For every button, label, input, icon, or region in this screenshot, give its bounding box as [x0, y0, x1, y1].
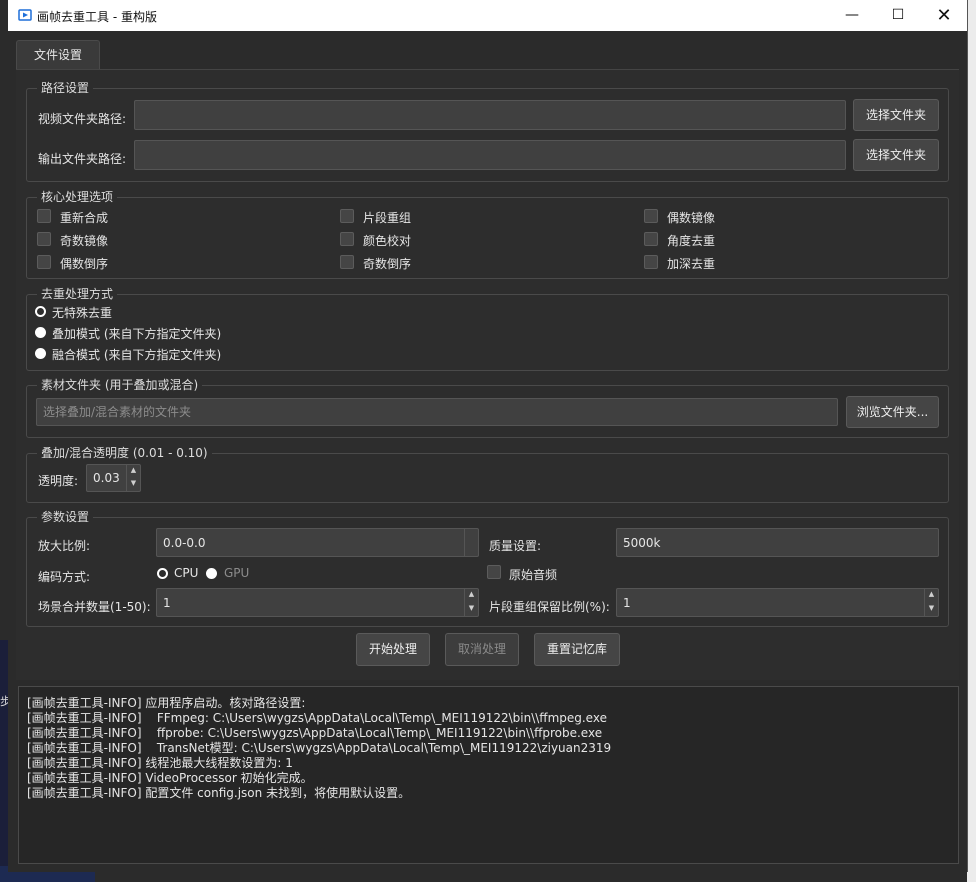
desktop-background [0, 640, 8, 882]
select-video-folder-button[interactable]: 选择文件夹 [853, 99, 939, 131]
scene-merge-spinbox[interactable] [156, 588, 479, 617]
arrow-down-icon[interactable]: ▼ [465, 603, 478, 617]
checkbox-label: 加深去重 [667, 257, 716, 271]
checkbox-label: 偶数镜像 [667, 211, 716, 225]
reset-memory-button[interactable]: 重置记忆库 [534, 633, 620, 666]
arrow-up-icon[interactable]: ▲ [925, 589, 938, 603]
checkbox-odd-reverse[interactable] [340, 255, 354, 269]
checkbox-label: 颜色校对 [363, 234, 412, 248]
checkbox-label: 奇数倒序 [363, 257, 412, 271]
checkbox-label: 重新合成 [60, 211, 109, 225]
dedup-mode-group: 去重处理方式 无特殊去重 叠加模式 (来自下方指定文件夹) 融合模式 (来自下方… [26, 287, 949, 371]
log-line: [画帧去重工具-INFO] 应用程序启动。核对路径设置: [27, 696, 306, 710]
log-line: [画帧去重工具-INFO] FFmpeg: C:\Users\wygzs\App… [27, 711, 607, 725]
group-title: 去重处理方式 [37, 287, 118, 301]
minimize-button[interactable]: — [829, 0, 875, 31]
checkbox-recompose[interactable] [37, 209, 51, 223]
checkbox-label: 原始音频 [509, 568, 558, 582]
output-folder-label: 输出文件夹路径: [38, 152, 127, 166]
radio-label: 叠加模式 (来自下方指定文件夹) [52, 327, 222, 341]
params-group: 参数设置 放大比例: 质量设置: 编码方式: CPU GPU 原始音频 场景合并… [26, 510, 949, 627]
desktop-background-right [967, 0, 976, 882]
arrow-up-icon[interactable]: ▲ [127, 465, 140, 478]
checkbox-color-correct[interactable] [340, 232, 354, 246]
log-line: [画帧去重工具-INFO] TransNet模型: C:\Users\wygzs… [27, 741, 612, 755]
window-title: 画帧去重工具 - 重构版 [37, 10, 157, 24]
tab-file-settings[interactable]: 文件设置 [16, 40, 100, 70]
maximize-button[interactable]: ☐ [875, 0, 921, 31]
path-settings-group: 路径设置 视频文件夹路径: 选择文件夹 输出文件夹路径: 选择文件夹 [26, 81, 949, 182]
app-video-icon [18, 8, 32, 22]
segment-keep-label: 片段重组保留比例(%): [489, 600, 610, 614]
radio-label: CPU [174, 566, 199, 580]
log-line: [画帧去重工具-INFO] ffprobe: C:\Users\wygzs\Ap… [27, 726, 603, 740]
radio-label: 无特殊去重 [52, 306, 113, 320]
arrow-up-icon[interactable]: ▲ [465, 589, 478, 603]
log-line: [画帧去重工具-INFO] VideoProcessor 初始化完成。 [27, 771, 313, 785]
start-button[interactable]: 开始处理 [356, 633, 430, 666]
radio-encode-cpu[interactable] [157, 568, 168, 579]
arrow-down-icon[interactable]: ▼ [127, 478, 140, 491]
material-folder-input[interactable] [36, 398, 838, 426]
opacity-label: 透明度: [38, 474, 79, 488]
group-title: 路径设置 [37, 81, 94, 95]
close-button[interactable]: ✕ [921, 0, 967, 31]
scale-input[interactable] [156, 528, 479, 557]
checkbox-deep-dedup[interactable] [644, 255, 658, 269]
radio-overlay-mode[interactable] [35, 327, 46, 338]
checkbox-even-mirror[interactable] [644, 209, 658, 223]
group-title: 叠加/混合透明度 (0.01 - 0.10) [37, 446, 212, 460]
video-folder-label: 视频文件夹路径: [38, 112, 127, 126]
video-folder-input[interactable] [134, 100, 846, 130]
scale-input-divider [464, 529, 465, 556]
file-settings-panel: 路径设置 视频文件夹路径: 选择文件夹 输出文件夹路径: 选择文件夹 核心处理选… [16, 69, 959, 680]
checkbox-angle-dedup[interactable] [644, 232, 658, 246]
encode-label: 编码方式: [38, 570, 91, 584]
browse-material-folder-button[interactable]: 浏览文件夹... [846, 396, 939, 428]
quality-label: 质量设置: [489, 539, 542, 553]
checkbox-even-reverse[interactable] [37, 255, 51, 269]
log-line: [画帧去重工具-INFO] 线程池最大线程数设置为: 1 [27, 756, 293, 770]
log-line: [画帧去重工具-INFO] 配置文件 config.json 未找到，将使用默认… [27, 786, 411, 800]
scene-merge-label: 场景合并数量(1-50): [38, 600, 151, 614]
radio-no-special[interactable] [35, 306, 46, 317]
checkbox-label: 角度去重 [667, 234, 716, 248]
segment-keep-spinbox[interactable] [616, 588, 939, 617]
log-output[interactable]: [画帧去重工具-INFO] 应用程序启动。核对路径设置: [画帧去重工具-INF… [18, 686, 959, 864]
arrow-down-icon[interactable]: ▼ [925, 603, 938, 617]
group-title: 核心处理选项 [37, 190, 118, 204]
cancel-button[interactable]: 取消处理 [445, 633, 519, 666]
title-bar[interactable]: 画帧去重工具 - 重构版 — ☐ ✕ [8, 0, 967, 31]
scale-label: 放大比例: [38, 539, 91, 553]
checkbox-label: 偶数倒序 [60, 257, 109, 271]
checkbox-original-audio[interactable] [487, 565, 501, 579]
group-title: 参数设置 [37, 510, 94, 524]
scene-merge-spin-arrows[interactable]: ▲ ▼ [464, 589, 478, 616]
core-options-group: 核心处理选项 重新合成 片段重组 偶数镜像 奇数镜像 颜色校对 角度去重 偶数倒… [26, 190, 949, 279]
checkbox-segment-regroup[interactable] [340, 209, 354, 223]
output-folder-input[interactable] [134, 140, 846, 170]
quality-input[interactable] [616, 528, 939, 557]
opacity-spin-arrows[interactable]: ▲ ▼ [126, 465, 140, 491]
radio-encode-gpu[interactable] [206, 568, 217, 579]
group-title: 素材文件夹 (用于叠加或混合) [37, 378, 203, 392]
radio-label: 融合模式 (来自下方指定文件夹) [52, 348, 222, 362]
checkbox-label: 奇数镜像 [60, 234, 109, 248]
checkbox-odd-mirror[interactable] [37, 232, 51, 246]
select-output-folder-button[interactable]: 选择文件夹 [853, 139, 939, 171]
segment-keep-spin-arrows[interactable]: ▲ ▼ [924, 589, 938, 616]
radio-label: GPU [224, 566, 250, 580]
radio-blend-mode[interactable] [35, 348, 46, 359]
material-folder-group: 素材文件夹 (用于叠加或混合) 浏览文件夹... [26, 378, 949, 438]
checkbox-label: 片段重组 [363, 211, 412, 225]
opacity-group: 叠加/混合透明度 (0.01 - 0.10) 透明度: ▲▼ [26, 446, 949, 503]
